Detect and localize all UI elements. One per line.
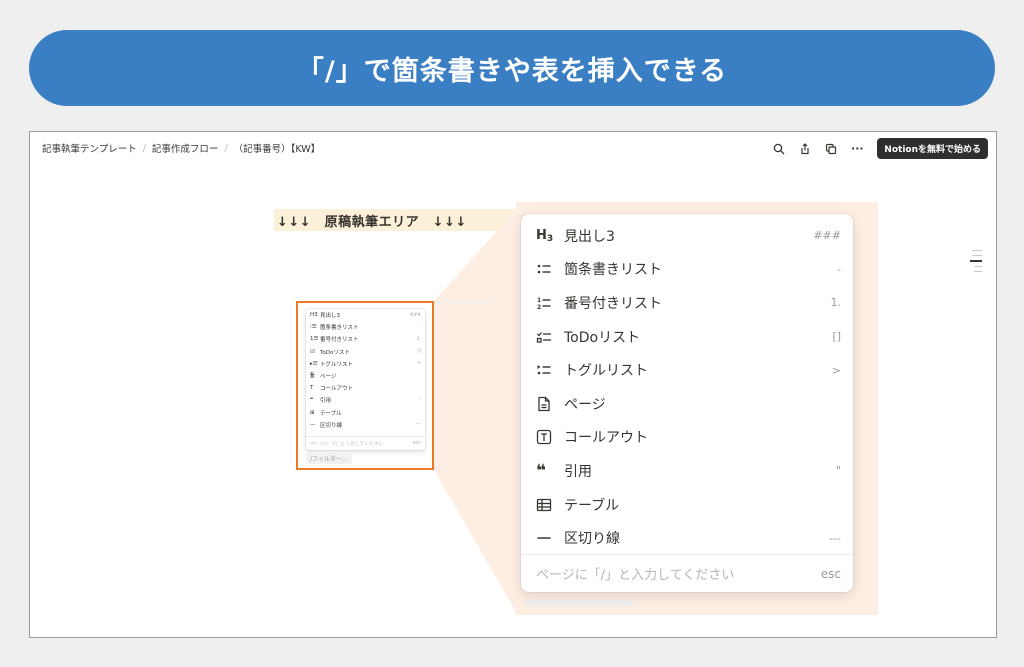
menu-item-label: 区切り線 — [564, 531, 620, 548]
menu-item-toggle-list[interactable]: トグルリスト > — [521, 353, 853, 387]
thumb-hint-text: ページに「/」と入力してください — [310, 442, 384, 447]
menu-item-label: 見出し3 — [564, 228, 615, 245]
thumb-shortcut: > — [417, 361, 421, 367]
menu-item-shortcut: 1. — [830, 296, 842, 310]
thumb-label: ページ — [320, 374, 337, 381]
toggle-list-icon: ▸☰ — [310, 360, 318, 367]
toc-line — [972, 255, 982, 256]
bulleted-list-icon: ⁝☰ — [310, 324, 317, 331]
menu-item-divider[interactable]: 区切り線 --- — [521, 521, 853, 555]
menu-hint-text: ページに「/」と入力してください — [536, 568, 735, 583]
menu-item-label: 引用 — [564, 463, 592, 480]
toggle-list-icon — [536, 361, 562, 379]
thumb-label: トグルリスト — [320, 361, 354, 368]
callout-icon — [536, 428, 562, 446]
menu-item-shortcut: --- — [829, 531, 841, 545]
thumb-item-table[interactable]: ⊞ テーブル — [306, 407, 425, 419]
table-icon — [536, 496, 562, 514]
slash-menu-thumbnail: H3 見出し3 ### ⁝☰ 箇条書きリスト - 1☰ 番号付きリスト 1. ☑ ToDoリス… — [306, 309, 425, 450]
thumb-label: コールアウト — [320, 386, 354, 393]
esc-hint[interactable]: esc — [821, 567, 841, 581]
divider-icon: — — [310, 421, 316, 428]
menu-item-shortcut: " — [835, 464, 841, 478]
thumb-shortcut: ### — [409, 312, 421, 318]
menu-item-callout[interactable]: コールアウト — [521, 421, 853, 455]
thumb-label: 引用 — [320, 398, 332, 405]
menu-item-label: 箇条書きリスト — [564, 262, 662, 279]
table-icon: ⊞ — [310, 409, 315, 416]
menu-item-label: 番号付きリスト — [564, 295, 662, 312]
thumb-item-bulleted[interactable]: ⁝☰ 箇条書きリスト - — [306, 321, 425, 333]
thumb-label: 番号付きリスト — [320, 337, 359, 344]
thumb-item-numbered[interactable]: 1☰ 番号付きリスト 1. — [306, 333, 425, 345]
title-banner: 「/」で箇条書きや表を挿入できる — [29, 30, 995, 106]
menu-item-numbered-list[interactable]: 12 番号付きリスト 1. — [521, 286, 853, 320]
thumb-label: 箇条書きリスト — [320, 325, 359, 332]
numbered-list-icon: 1☰ — [310, 336, 319, 343]
menu-item-heading3[interactable]: H3 見出し3 ### — [521, 219, 853, 253]
thumb-shortcut: 1. — [416, 336, 421, 342]
menu-item-label: トグルリスト — [564, 363, 648, 380]
toc-line — [974, 270, 982, 272]
thumb-label: 区切り線 — [320, 422, 343, 429]
thumb-label: 見出し3 — [320, 313, 340, 320]
menu-item-shortcut: > — [831, 363, 841, 377]
callout-icon: T — [310, 385, 314, 392]
menu-item-label: テーブル — [564, 497, 620, 514]
thumb-item-page[interactable]: 🗎 ページ — [306, 370, 425, 382]
thumb-label: テーブル — [320, 410, 342, 417]
slash-command-menu: H3 見出し3 ### 箇条書きリスト - 12 番号付きリスト 1. ToDo… — [521, 214, 853, 592]
svg-text:2: 2 — [537, 304, 541, 311]
menu-item-shortcut: ### — [813, 229, 841, 243]
numbered-list-icon: 12 — [536, 294, 562, 312]
heading3-icon: H3 — [536, 228, 554, 244]
page-icon — [536, 395, 562, 413]
menu-item-label: ToDoリスト — [564, 329, 641, 346]
page-icon: 🗎 — [310, 372, 315, 379]
thumb-label: ToDoリスト — [320, 349, 350, 356]
thumb-hint: ページに「/」と入力してください esc — [306, 436, 425, 450]
divider-line — [430, 302, 498, 303]
thumb-shortcut: --- — [416, 422, 421, 428]
menu-hint: ページに「/」と入力してください esc — [521, 554, 853, 592]
menu-item-label: コールアウト — [564, 430, 648, 447]
thumb-item-heading3[interactable]: H3 見出し3 ### — [306, 309, 425, 321]
thumb-shortcut: [] — [417, 349, 421, 355]
quote-icon: ❝ — [536, 460, 546, 481]
thumb-item-divider[interactable]: — 区切り線 --- — [306, 419, 425, 431]
bulleted-list-icon — [536, 260, 562, 278]
svg-text:1: 1 — [537, 297, 541, 304]
table-of-contents-rail[interactable] — [970, 250, 982, 272]
notion-screenshot: 記事執筆テンプレート / 記事作成フロー / （記事番号）【KW】 ··· No… — [29, 131, 997, 638]
thumb-shortcut: " — [418, 397, 421, 403]
toc-line — [972, 250, 982, 251]
menu-item-bulleted-list[interactable]: 箇条書きリスト - — [521, 253, 853, 287]
menu-item-shortcut: - — [837, 262, 841, 276]
slash-menu-thumbnail-frame: H3 見出し3 ### ⁝☰ 箇条書きリスト - 1☰ 番号付きリスト 1. ☑ ToDoリス… — [296, 301, 434, 470]
menu-item-table[interactable]: テーブル — [521, 488, 853, 522]
menu-item-label: ページ — [564, 396, 606, 413]
filter-input[interactable]: /フィルター... — [306, 453, 352, 464]
banner-title: 「/」で箇条書きや表を挿入できる — [296, 55, 728, 87]
filter-bar-shadow — [524, 600, 632, 606]
thumb-esc: esc — [412, 441, 421, 446]
menu-item-quote[interactable]: ❝ 引用 " — [521, 454, 853, 488]
toc-line — [974, 265, 982, 267]
menu-item-todo-list[interactable]: ToDoリスト [] — [521, 320, 853, 354]
thumb-item-quote[interactable]: ❝ 引用 " — [306, 394, 425, 406]
toc-line-active — [970, 260, 982, 262]
thumb-item-toggle[interactable]: ▸☰ トグルリスト > — [306, 358, 425, 370]
divider-icon — [536, 529, 562, 547]
todo-list-icon: ☑ — [310, 348, 315, 355]
menu-item-shortcut: [] — [832, 330, 841, 344]
thumb-item-todo[interactable]: ☑ ToDoリスト [] — [306, 346, 425, 358]
thumb-shortcut: - — [419, 324, 421, 330]
quote-icon: ❝ — [310, 397, 313, 404]
heading3-icon: H3 — [310, 312, 318, 319]
menu-item-page[interactable]: ページ — [521, 387, 853, 421]
todo-list-icon — [536, 328, 562, 346]
thumb-item-callout[interactable]: T コールアウト — [306, 382, 425, 394]
